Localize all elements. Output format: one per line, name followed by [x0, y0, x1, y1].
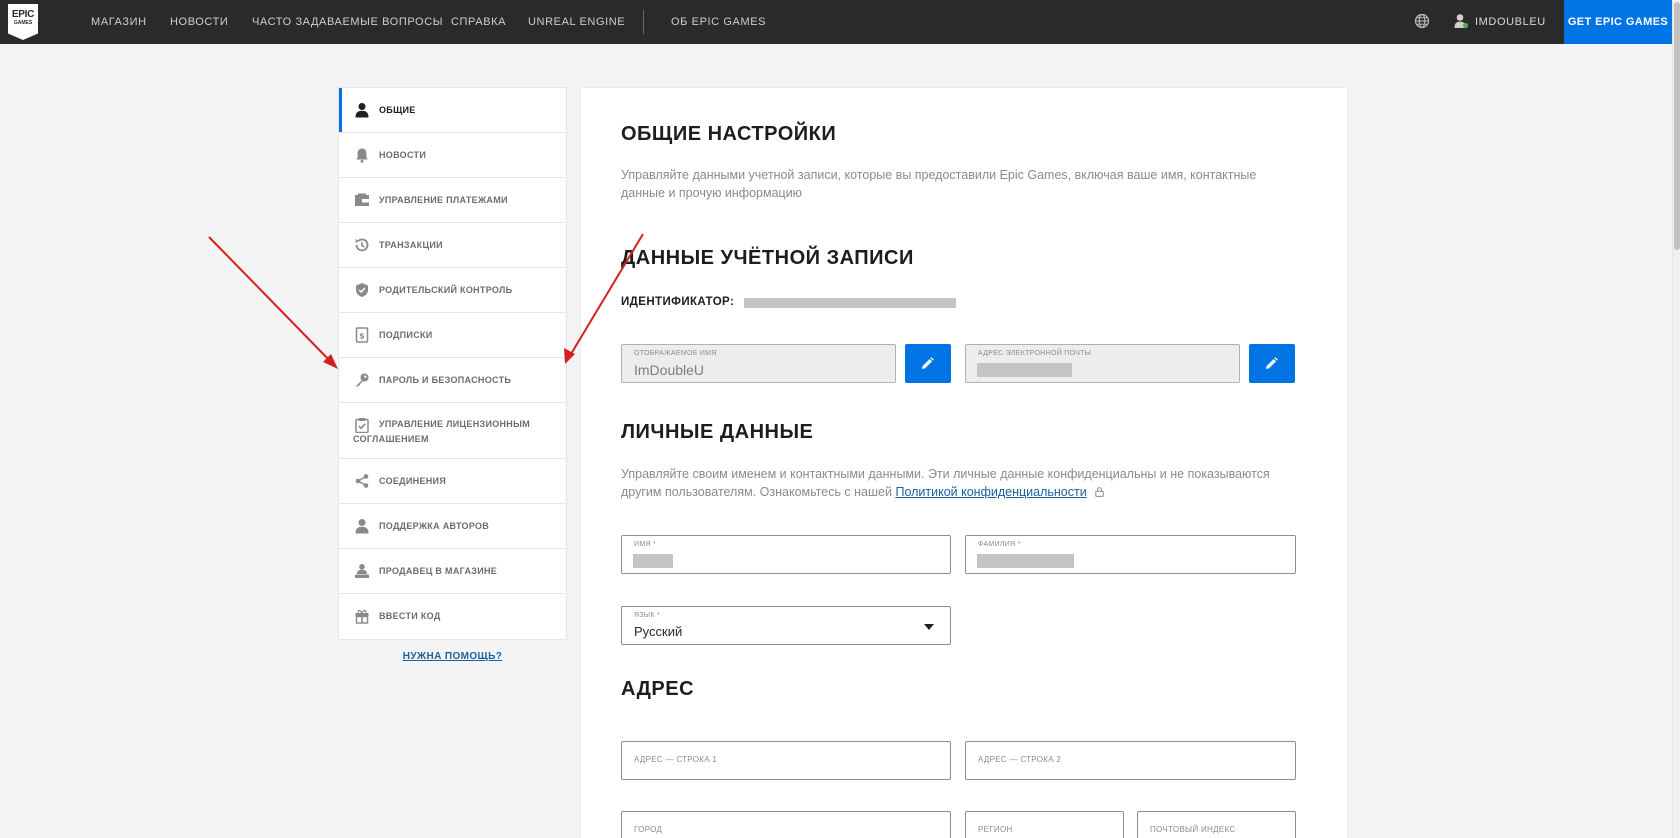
sidebar-item-label: ТРАНЗАКЦИИ	[379, 240, 443, 250]
address-line1-input[interactable]: АДРЕС — СТРОКА 1	[621, 741, 951, 780]
sidebar-item-label: ПАРОЛЬ И БЕЗОПАСНОСТЬ	[379, 375, 512, 385]
first-name-value-redacted	[633, 554, 673, 568]
address-line1-label: АДРЕС — СТРОКА 1	[634, 755, 718, 764]
sidebar-item-store-seller[interactable]: ПРОДАВЕЦ В МАГАЗИНЕ	[339, 549, 566, 594]
city-label: ГОРОД	[634, 825, 663, 834]
settings-sidebar: ОБЩИЕ НОВОСТИ УПРАВЛЕНИЕ ПЛАТЕЖАМИ ТРАНЗ…	[338, 87, 567, 640]
sidebar-item-news[interactable]: НОВОСТИ	[339, 133, 566, 178]
account-id-label: ИДЕНТИФИКАТОР:	[621, 296, 735, 308]
logo-text-epic: EPIC	[11, 9, 35, 20]
first-name-label: ИМЯ *	[634, 541, 657, 548]
creator-icon	[355, 519, 369, 534]
sidebar-item-subscriptions[interactable]: $ ПОДПИСКИ	[339, 313, 566, 358]
region-input[interactable]: РЕГИОН	[965, 811, 1124, 838]
dropdown-caret-icon	[924, 624, 934, 630]
sidebar-item-creator-support[interactable]: ПОДДЕРЖКА АВТОРОВ	[339, 504, 566, 549]
bell-icon	[356, 148, 368, 163]
gift-icon	[355, 609, 369, 624]
region-label: РЕГИОН	[978, 825, 1013, 834]
display-name-field: ОТОБРАЖАЕМОЕ ИМЯ ImDoubleU	[621, 344, 896, 383]
sidebar-item-transactions[interactable]: ТРАНЗАКЦИИ	[339, 223, 566, 268]
get-epic-games-button[interactable]: GET EPIC GAMES	[1564, 0, 1672, 44]
language-label: ЯЗЫК *	[634, 612, 661, 619]
sidebar-item-label: ПОДПИСКИ	[379, 330, 433, 340]
user-avatar-icon	[1454, 14, 1469, 29]
need-help-link[interactable]: НУЖНА ПОМОЩЬ?	[338, 651, 567, 662]
sidebar-item-label: СОЕДИНЕНИЯ	[379, 476, 447, 486]
seller-icon	[355, 564, 369, 578]
sidebar-item-label: УПРАВЛЕНИЕ ЛИЦЕНЗИОННЫМ СОГЛАШЕНИЕМ	[353, 419, 531, 444]
page-title: ОБЩИЕ НАСТРОЙКИ	[621, 123, 837, 145]
top-navigation-bar: EPIC GAMES МАГАЗИН НОВОСТИ ЧАСТО ЗАДАВАЕ…	[0, 0, 1672, 44]
language-value: Русский	[634, 624, 683, 639]
last-name-label: ФАМИЛИЯ *	[978, 541, 1021, 548]
sidebar-item-password-security[interactable]: ПАРОЛЬ И БЕЗОПАСНОСТЬ	[339, 358, 566, 403]
privacy-policy-link[interactable]: Политикой конфиденциальности	[895, 485, 1086, 499]
address-line2-input[interactable]: АДРЕС — СТРОКА 2	[965, 741, 1296, 780]
display-name-label: ОТОБРАЖАЕМОЕ ИМЯ	[634, 350, 717, 357]
nav-link-news[interactable]: НОВОСТИ	[170, 0, 228, 44]
sidebar-item-label: НОВОСТИ	[379, 150, 427, 160]
personal-data-description: Управляйте своим именем и контактными да…	[621, 465, 1301, 501]
language-select[interactable]: ЯЗЫК * Русский	[621, 606, 951, 645]
general-settings-panel: ОБЩИЕ НАСТРОЙКИ Управляйте данными учетн…	[580, 87, 1348, 838]
last-name-value-redacted	[977, 554, 1074, 568]
history-icon	[355, 238, 369, 252]
shield-icon	[356, 283, 368, 297]
postal-code-label: ПОЧТОВЫЙ ИНДЕКС	[1150, 825, 1236, 834]
lock-icon	[1095, 487, 1104, 497]
sidebar-item-general[interactable]: ОБЩИЕ	[339, 88, 566, 133]
sidebar-item-connections[interactable]: СОЕДИНЕНИЯ	[339, 459, 566, 504]
logo-text-games: GAMES	[13, 20, 33, 26]
first-name-input[interactable]: ИМЯ *	[621, 535, 951, 574]
edit-email-button[interactable]	[1249, 344, 1295, 383]
nav-link-about-epic[interactable]: ОБ EPIC GAMES	[671, 0, 766, 44]
globe-icon[interactable]	[1414, 13, 1430, 29]
account-id-redacted	[744, 298, 956, 308]
sidebar-item-label: ВВЕСТИ КОД	[379, 611, 441, 621]
email-field: АДРЕС ЭЛЕКТРОННОЙ ПОЧТЫ	[965, 344, 1240, 383]
address-line2-label: АДРЕС — СТРОКА 2	[978, 755, 1062, 764]
scrollbar-thumb[interactable]	[1674, 2, 1680, 250]
pencil-icon	[922, 357, 934, 369]
email-label: АДРЕС ЭЛЕКТРОННОЙ ПОЧТЫ	[978, 350, 1092, 357]
key-icon	[355, 373, 369, 387]
nav-link-unreal-engine[interactable]: UNREAL ENGINE	[528, 0, 625, 44]
wallet-icon	[355, 193, 369, 206]
sidebar-item-label: РОДИТЕЛЬСКИЙ КОНТРОЛЬ	[379, 285, 513, 295]
personal-data-heading: ЛИЧНЫЕ ДАННЫЕ	[621, 421, 814, 443]
sidebar-item-payment-management[interactable]: УПРАВЛЕНИЕ ПЛАТЕЖАМИ	[339, 178, 566, 223]
email-value-redacted	[977, 363, 1072, 377]
sidebar-item-label: УПРАВЛЕНИЕ ПЛАТЕЖАМИ	[379, 195, 508, 205]
sidebar-item-redeem-code[interactable]: ВВЕСТИ КОД	[339, 594, 566, 639]
subscription-icon: $	[355, 327, 369, 343]
page-scrollbar[interactable]	[1672, 0, 1680, 838]
city-input[interactable]: ГОРОД	[621, 811, 951, 838]
sidebar-item-license-agreement[interactable]: УПРАВЛЕНИЕ ЛИЦЕНЗИОННЫМ СОГЛАШЕНИЕМ	[339, 403, 566, 459]
svg-text:$: $	[359, 332, 365, 341]
share-icon	[355, 474, 369, 488]
nav-link-faq[interactable]: ЧАСТО ЗАДАВАЕМЫЕ ВОПРОСЫ	[252, 0, 443, 44]
sidebar-item-parental-control[interactable]: РОДИТЕЛЬСКИЙ КОНТРОЛЬ	[339, 268, 566, 313]
postal-code-input[interactable]: ПОЧТОВЫЙ ИНДЕКС	[1137, 811, 1296, 838]
nav-link-store[interactable]: МАГАЗИН	[91, 0, 147, 44]
username-label: IMDOUBLEU	[1475, 16, 1546, 28]
annotation-arrow-left	[208, 236, 338, 369]
address-heading: АДРЕС	[621, 678, 695, 700]
display-name-value: ImDoubleU	[634, 362, 705, 378]
pencil-icon	[1266, 357, 1278, 369]
sidebar-item-label: ПРОДАВЕЦ В МАГАЗИНЕ	[379, 566, 498, 576]
sidebar-item-label: ОБЩИЕ	[379, 105, 416, 115]
account-data-heading: ДАННЫЕ УЧЁТНОЙ ЗАПИСИ	[621, 247, 914, 269]
sidebar-item-label: ПОДДЕРЖКА АВТОРОВ	[379, 521, 490, 531]
edit-display-name-button[interactable]	[905, 344, 951, 383]
general-settings-description: Управляйте данными учетной записи, котор…	[621, 168, 1257, 200]
user-icon	[355, 103, 369, 118]
nav-divider	[643, 10, 644, 34]
nav-link-help[interactable]: СПРАВКА	[451, 0, 506, 44]
last-name-input[interactable]: ФАМИЛИЯ *	[965, 535, 1296, 574]
epic-games-logo[interactable]: EPIC GAMES	[8, 4, 38, 40]
